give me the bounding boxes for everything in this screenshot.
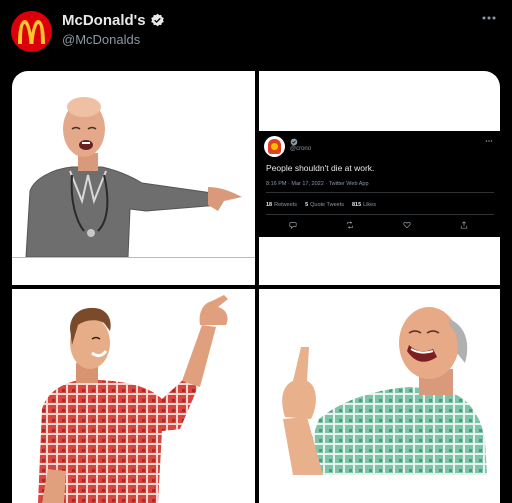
- embedded-action-bar: [289, 221, 469, 231]
- embedded-verified-icon: [290, 138, 298, 146]
- media-image-doctor-pointing[interactable]: [12, 71, 255, 285]
- retweets-stat: 18 Retweets: [266, 202, 298, 208]
- name-row: McDonald's: [62, 12, 165, 29]
- reply-icon: [289, 222, 297, 229]
- account-handle[interactable]: @McDonalds: [62, 32, 140, 47]
- golden-arches-logo: [18, 20, 45, 44]
- embedded-tweet: @crono People shouldn't die at work. 8:1…: [259, 131, 500, 237]
- divider: [12, 257, 255, 258]
- tweet-header: McDonald's @McDonalds: [0, 0, 512, 66]
- media-image-older-man-pointing-up[interactable]: [259, 289, 500, 503]
- media-image-tweet-screenshot[interactable]: @crono People shouldn't die at work. 8:1…: [259, 71, 500, 285]
- like-icon: [403, 221, 411, 229]
- embedded-more-icon: [485, 140, 493, 142]
- embedded-handle: @crono: [290, 146, 312, 152]
- media-image-man-pointing-up[interactable]: [12, 289, 255, 503]
- share-icon: [460, 221, 468, 229]
- retweet-icon: [347, 221, 353, 229]
- green-plaid-figure: [282, 307, 487, 475]
- media-grid: @crono People shouldn't die at work. 8:1…: [12, 71, 500, 503]
- doctor-figure: [25, 97, 242, 257]
- embedded-avatar: [264, 136, 285, 157]
- more-options-icon[interactable]: [481, 14, 497, 22]
- likes-stat: 815 Likes: [351, 202, 376, 208]
- quote-tweets-stat: 5 Quote Tweets: [305, 202, 344, 208]
- divider: [266, 192, 494, 193]
- embedded-tweet-meta: 8:16 PM · Mar 17, 2022 · Twitter Web App: [266, 181, 369, 187]
- embedded-tweet-text: People shouldn't die at work.: [266, 163, 375, 173]
- verified-badge-icon: [150, 13, 164, 27]
- mcdonalds-avatar[interactable]: [11, 11, 52, 52]
- display-name[interactable]: McDonald's: [62, 12, 146, 29]
- embedded-tweet-stats: 18 Retweets 5 Quote Tweets 815 Likes: [266, 202, 376, 208]
- divider: [266, 214, 494, 215]
- plaid-shirt-figure: [38, 295, 228, 503]
